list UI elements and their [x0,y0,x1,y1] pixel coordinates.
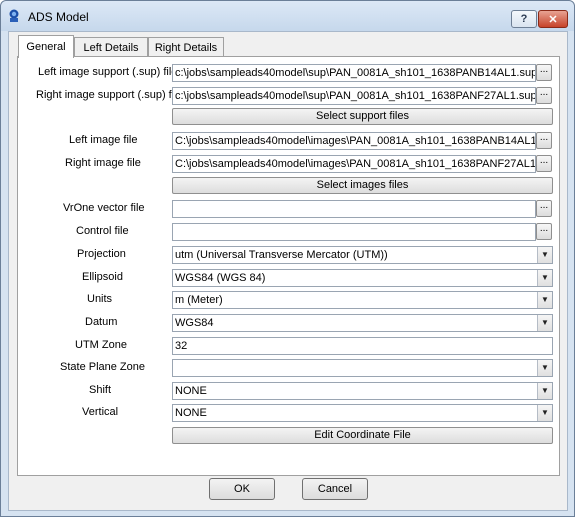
tab-right-details[interactable]: Right Details [148,37,224,57]
close-button[interactable]: ✕ [538,10,568,28]
vrone-vector-field[interactable] [172,200,536,218]
tab-left-details[interactable]: Left Details [74,37,148,57]
right-support-field[interactable]: c:\jobs\sampleads40model\sup\PAN_0081A_s… [172,87,536,105]
units-dropdown[interactable]: m (Meter) ▼ [172,291,553,309]
datum-label: Datum [85,316,118,328]
ellipsoid-dropdown[interactable]: WGS84 (WGS 84) ▼ [172,269,553,287]
left-support-label: Left image support (.sup) file [38,66,178,78]
title-bar: ADS Model ? ✕ [1,1,574,31]
ellipsoid-label: Ellipsoid [82,271,123,283]
ads-model-app-icon [9,9,19,22]
left-image-browse-button[interactable]: ... [536,132,552,149]
left-image-field[interactable]: C:\jobs\sampleads40model\images\PAN_0081… [172,132,536,150]
shift-label: Shift [89,384,112,396]
chevron-down-icon[interactable]: ▼ [537,292,552,308]
vrone-vector-browse-button[interactable]: ... [536,200,552,217]
projection-value: utm (Universal Transverse Mercator (UTM)… [175,249,388,261]
edit-coordinate-file-button[interactable]: Edit Coordinate File [172,427,553,444]
chevron-down-icon[interactable]: ▼ [537,360,552,376]
shift-value: NONE [175,385,207,397]
utm-zone-label: UTM Zone [75,339,127,351]
units-label: Units [87,293,113,305]
ok-button[interactable]: OK [209,478,275,500]
state-plane-zone-label: State Plane Zone [60,361,146,373]
datum-dropdown[interactable]: WGS84 ▼ [172,314,553,332]
shift-dropdown[interactable]: NONE ▼ [172,382,553,400]
utm-zone-field[interactable]: 32 [172,337,553,355]
vrone-vector-label: VrOne vector file [63,202,145,214]
vertical-dropdown[interactable]: NONE ▼ [172,404,553,422]
units-value: m (Meter) [175,294,223,306]
chevron-down-icon[interactable]: ▼ [537,247,552,263]
select-support-files-button[interactable]: Select support files [172,108,553,125]
dialog-client-area: General Left Details Right Details Left … [8,31,568,511]
vertical-label: Vertical [82,406,119,418]
right-image-field[interactable]: C:\jobs\sampleads40model\images\PAN_0081… [172,155,536,173]
right-support-label: Right image support (.sup) file [36,89,183,101]
chevron-down-icon[interactable]: ▼ [537,270,552,286]
window-title: ADS Model [28,10,89,24]
right-support-browse-button[interactable]: ... [536,87,552,104]
right-image-label: Right image file [65,157,141,169]
datum-value: WGS84 [175,317,214,329]
chevron-down-icon[interactable]: ▼ [537,315,552,331]
select-images-files-button[interactable]: Select images files [172,177,553,194]
cancel-button[interactable]: Cancel [302,478,368,500]
tab-general[interactable]: General [18,35,74,58]
left-support-browse-button[interactable]: ... [536,64,552,81]
left-image-label: Left image file [69,134,138,146]
state-plane-zone-dropdown[interactable]: ▼ [172,359,553,377]
projection-label: Projection [77,248,126,260]
chevron-down-icon[interactable]: ▼ [537,383,552,399]
left-support-field[interactable]: c:\jobs\sampleads40model\sup\PAN_0081A_s… [172,64,536,82]
ellipsoid-value: WGS84 (WGS 84) [175,272,266,284]
control-file-browse-button[interactable]: ... [536,223,552,240]
help-button[interactable]: ? [511,10,537,28]
ads-model-dialog: ADS Model ? ✕ General Left Details Right… [0,0,575,517]
control-file-label: Control file [76,225,129,237]
chevron-down-icon[interactable]: ▼ [537,405,552,421]
right-image-browse-button[interactable]: ... [536,155,552,172]
control-file-field[interactable] [172,223,536,241]
vertical-value: NONE [175,407,207,419]
projection-dropdown[interactable]: utm (Universal Transverse Mercator (UTM)… [172,246,553,264]
